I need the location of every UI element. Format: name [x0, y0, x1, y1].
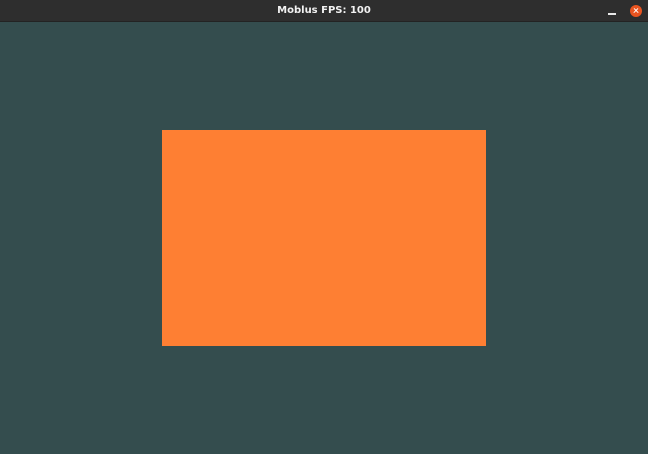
render-viewport — [0, 22, 648, 454]
close-icon[interactable] — [630, 5, 642, 17]
window-title: Moblus FPS: 100 — [277, 5, 371, 16]
title-bar[interactable]: Moblus FPS: 100 — [0, 0, 648, 22]
minimize-icon[interactable] — [606, 5, 618, 17]
orange-rectangle — [162, 130, 486, 346]
app-window: Moblus FPS: 100 — [0, 0, 648, 454]
window-controls — [606, 0, 642, 22]
